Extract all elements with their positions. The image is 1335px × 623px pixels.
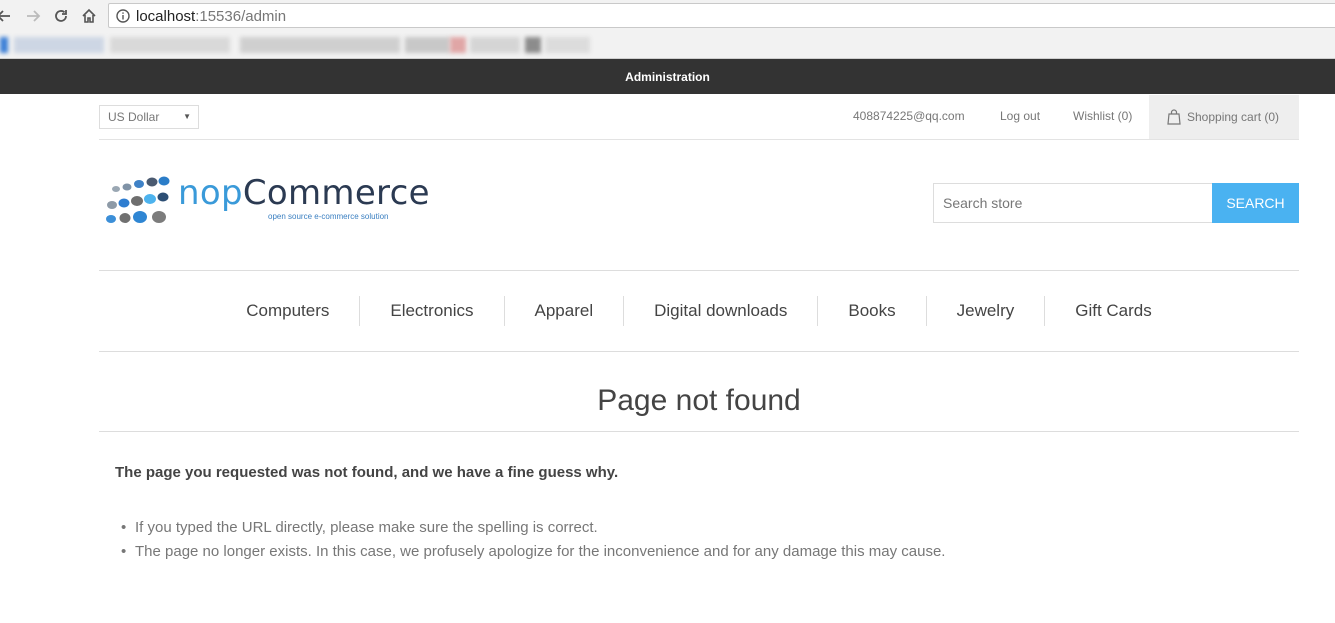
search-button[interactable]: SEARCH xyxy=(1212,183,1299,223)
account-link[interactable]: 408874225@qq.com xyxy=(853,109,965,123)
search-input[interactable] xyxy=(933,183,1213,223)
menu-item-computers[interactable]: Computers xyxy=(216,296,359,326)
logo-dots-icon xyxy=(106,176,170,223)
menu-item-electronics[interactable]: Electronics xyxy=(359,296,503,326)
bookmark-favicon[interactable] xyxy=(0,37,8,53)
title-divider xyxy=(99,431,1299,432)
bookmark-item[interactable] xyxy=(545,37,590,53)
home-icon[interactable] xyxy=(77,4,101,28)
menu-divider-bottom xyxy=(99,351,1299,352)
address-bar[interactable]: localhost:15536/admin xyxy=(108,3,1335,28)
logo-nop-text: nop xyxy=(178,173,243,213)
bookmark-item[interactable] xyxy=(14,37,104,53)
bookmark-item[interactable] xyxy=(525,37,541,53)
page-title: Page not found xyxy=(597,384,801,417)
browser-toolbar: localhost:15536/admin xyxy=(0,0,1335,33)
menu-item-digital-downloads[interactable]: Digital downloads xyxy=(623,296,817,326)
logo-wordmark: nopCommerce xyxy=(178,173,430,213)
header-divider xyxy=(99,139,1299,140)
url-host: localhost xyxy=(136,8,196,25)
bookmark-item[interactable] xyxy=(110,37,230,53)
currency-value: US Dollar xyxy=(108,110,160,124)
wishlist-link[interactable]: Wishlist (0) xyxy=(1073,109,1132,123)
shopping-cart-link[interactable]: Shopping cart (0) xyxy=(1149,95,1299,139)
bookmarks-bar xyxy=(0,33,1335,59)
chevron-down-icon: ▼ xyxy=(183,112,191,121)
logo-commerce-text: Commerce xyxy=(242,173,430,213)
list-item: If you typed the URL directly, please ma… xyxy=(121,516,945,540)
logout-link[interactable]: Log out xyxy=(1000,109,1040,123)
shopping-cart-label: Shopping cart (0) xyxy=(1187,110,1280,124)
admin-header-bar: Administration xyxy=(0,59,1335,94)
menu-item-apparel[interactable]: Apparel xyxy=(503,296,624,326)
bookmark-item[interactable] xyxy=(240,37,400,53)
shopping-bag-icon xyxy=(1167,109,1181,125)
reload-icon[interactable] xyxy=(49,4,73,28)
not-found-lead: The page you requested was not found, an… xyxy=(115,464,619,481)
store-logo[interactable]: nopCommerce open source e-commerce solut… xyxy=(102,173,429,230)
category-menu: Computers Electronics Apparel Digital do… xyxy=(99,271,1299,351)
administration-link[interactable]: Administration xyxy=(625,70,710,84)
menu-item-jewelry[interactable]: Jewelry xyxy=(925,296,1045,326)
bookmark-item[interactable] xyxy=(450,37,466,53)
list-item: The page no longer exists. In this case,… xyxy=(121,540,945,564)
currency-selector[interactable]: US Dollar ▼ xyxy=(99,105,199,129)
menu-item-books[interactable]: Books xyxy=(817,296,925,326)
bookmark-item[interactable] xyxy=(405,37,450,53)
info-icon[interactable] xyxy=(116,9,130,28)
url-text: localhost:15536/admin xyxy=(136,8,286,25)
logo-tagline: open source e-commerce solution xyxy=(268,212,389,221)
back-arrow-icon[interactable] xyxy=(0,4,16,28)
forward-arrow-icon[interactable] xyxy=(21,4,45,28)
menu-item-gift-cards[interactable]: Gift Cards xyxy=(1044,296,1182,326)
bookmark-item[interactable] xyxy=(470,37,520,53)
url-path: :15536/admin xyxy=(195,8,287,25)
reasons-list: If you typed the URL directly, please ma… xyxy=(121,516,945,564)
